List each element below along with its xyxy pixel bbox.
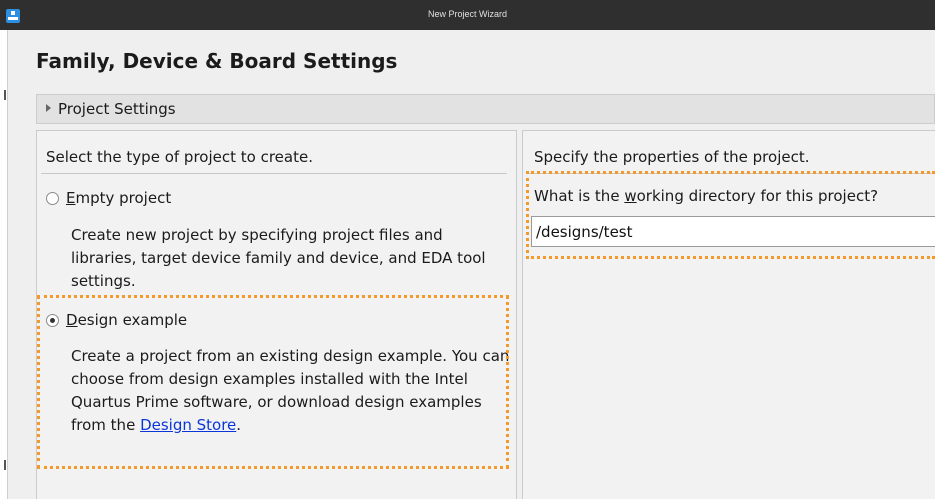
empty-project-description: Create new project by specifying project… <box>71 226 486 290</box>
page-title: Family, Device & Board Settings <box>36 49 398 73</box>
section-label: Project Settings <box>58 100 176 118</box>
empty-project-radio[interactable] <box>46 191 59 205</box>
title-bar: New Project Wizard <box>0 0 935 30</box>
caret-right-icon[interactable] <box>46 104 51 112</box>
highlight-box-working-directory <box>526 171 935 259</box>
empty-project-label: Empty project <box>66 189 172 207</box>
divider <box>41 173 507 174</box>
project-type-heading: Select the type of project to create. <box>46 148 313 166</box>
edge-marker <box>4 460 6 470</box>
empty-project-option[interactable]: Empty project <box>46 189 171 207</box>
project-settings-section[interactable]: Project Settings <box>36 94 935 124</box>
window-title: New Project Wizard <box>427 9 508 19</box>
edge-marker <box>4 90 6 100</box>
project-properties-heading: Specify the properties of the project. <box>534 148 810 166</box>
left-window-edge <box>0 30 8 499</box>
highlight-box-design-example <box>37 295 509 469</box>
